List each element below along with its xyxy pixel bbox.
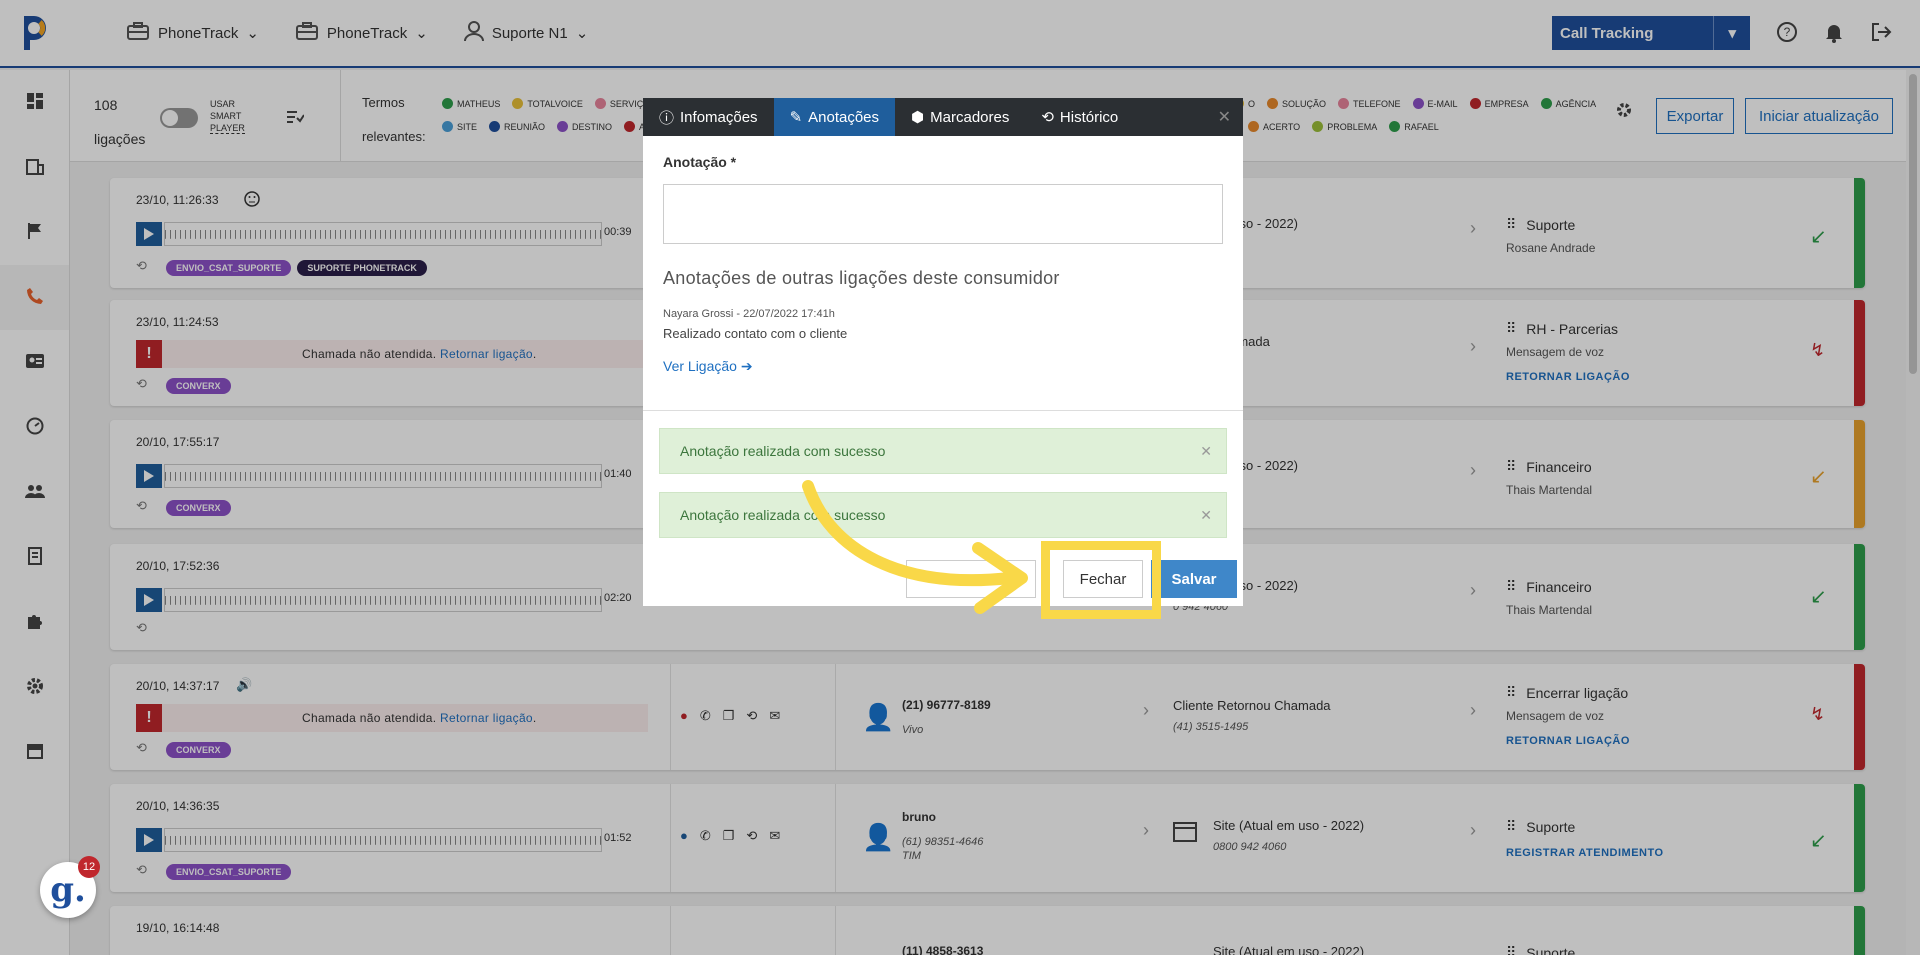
tab-notes[interactable]: ✎ Anotações bbox=[773, 98, 896, 136]
tab-info[interactable]: ⓘ Infomações bbox=[643, 98, 774, 136]
chevron-circle-right-icon: ➔ bbox=[740, 358, 753, 374]
see-call-link[interactable]: Ver Ligação ➔ bbox=[663, 358, 753, 375]
edit-icon: ✎ bbox=[789, 109, 803, 126]
close-icon[interactable]: ✕ bbox=[1200, 507, 1212, 524]
note-label: Anotação * bbox=[663, 154, 737, 170]
info-icon: ⓘ bbox=[659, 109, 675, 127]
tutorial-arrow bbox=[802, 480, 1028, 614]
history-icon: ⟲ bbox=[1041, 109, 1054, 126]
other-notes-heading: Anotações de outras ligações deste consu… bbox=[663, 268, 1060, 288]
close-icon[interactable]: ✕ bbox=[1200, 443, 1212, 460]
tab-history[interactable]: ⟲ Histórico bbox=[1025, 98, 1134, 136]
tags-icon: ⬢ bbox=[911, 109, 925, 126]
chat-widget[interactable]: g. 12 bbox=[40, 856, 100, 918]
close-icon[interactable]: ✕ bbox=[1218, 98, 1243, 136]
notification-badge: 12 bbox=[78, 856, 100, 878]
modal-tabs: ⓘ Infomações ✎ Anotações ⬢ Marcadores ⟲ Hist… bbox=[643, 98, 1243, 136]
save-button[interactable]: Salvar bbox=[1151, 560, 1237, 598]
note-textarea[interactable] bbox=[663, 184, 1223, 244]
highlight-box bbox=[1041, 541, 1161, 619]
tab-tags[interactable]: ⬢ Marcadores bbox=[895, 98, 1025, 136]
chat-logo-icon: g. bbox=[50, 870, 86, 910]
note-text: Realizado contato com o cliente bbox=[663, 326, 848, 341]
note-meta: Nayara Grossi - 22/07/2022 17:41h bbox=[663, 308, 835, 320]
success-alert: Anotação realizada com sucesso ✕ bbox=[659, 428, 1227, 474]
